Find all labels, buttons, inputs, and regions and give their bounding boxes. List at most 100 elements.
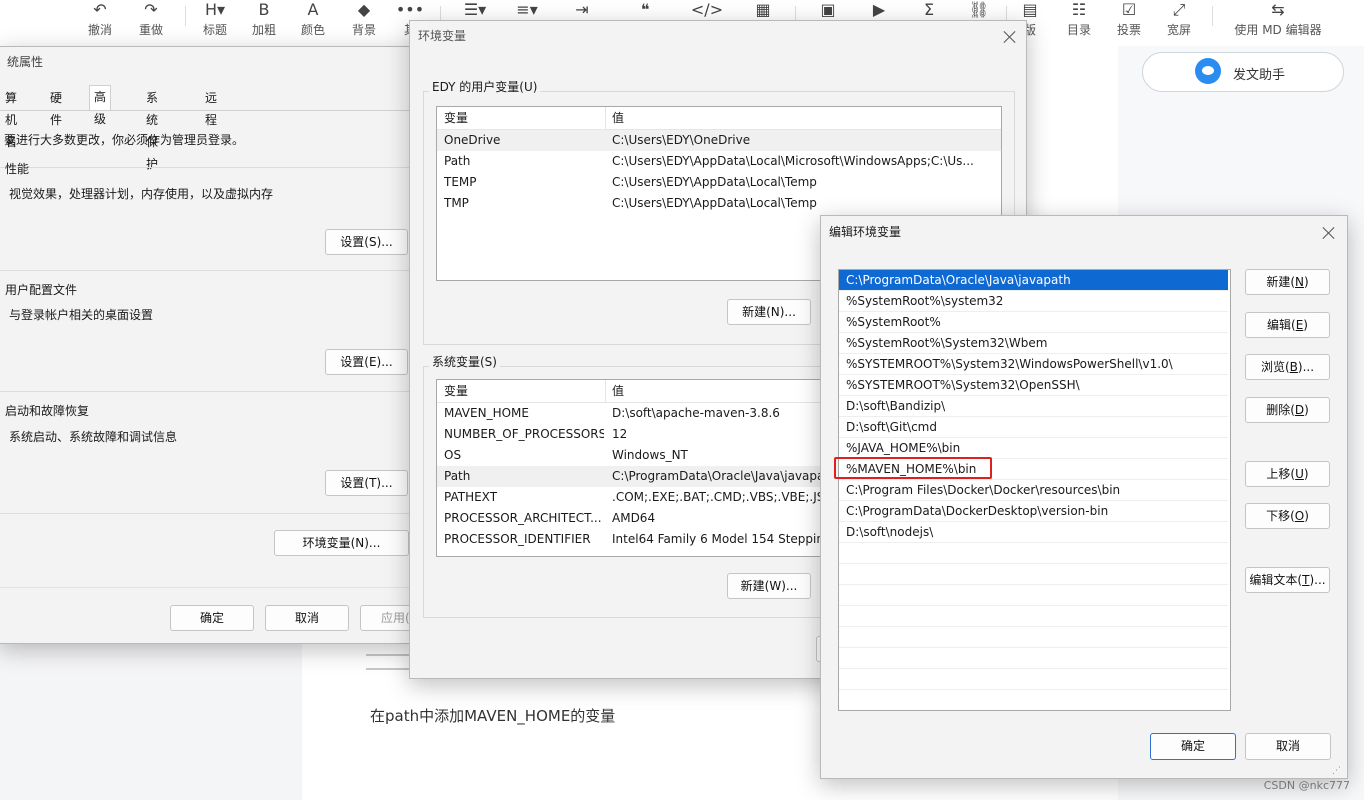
- assistant-label: 发文助手: [1233, 68, 1286, 83]
- list-item[interactable]: [839, 585, 1228, 606]
- list-item[interactable]: %SYSTEMROOT%\System32\OpenSSH\: [839, 375, 1228, 396]
- table-row[interactable]: TEMP C:\Users\EDY\AppData\Local\Temp: [437, 172, 1001, 193]
- button-text: 上移(: [1266, 467, 1296, 481]
- variable-value: C:\Users\EDY\AppData\Local\Temp: [612, 175, 817, 189]
- list-item[interactable]: %SYSTEMROOT%\System32\WindowsPowerShell\…: [839, 354, 1228, 375]
- button-accesskey: N: [1295, 275, 1304, 289]
- startup-title: 启动和故障恢复: [5, 404, 90, 418]
- list-item[interactable]: D:\soft\nodejs\: [839, 522, 1228, 543]
- button-text-end: ): [1303, 467, 1309, 481]
- admin-note: 要进行大多数更改，你必须作为管理员登录。: [4, 133, 245, 147]
- list-item[interactable]: [839, 690, 1228, 710]
- system-variables-label: 系统变量(S): [429, 353, 500, 370]
- edit-text-button[interactable]: 编辑文本(T)...: [1245, 567, 1330, 593]
- performance-settings-button[interactable]: 设置(S)...: [325, 229, 408, 255]
- profile-settings-button[interactable]: 设置(E)...: [325, 349, 408, 375]
- button-text: 浏览(: [1260, 360, 1290, 374]
- list-item[interactable]: %JAVA_HOME%\bin: [839, 438, 1228, 459]
- resize-grip-icon[interactable]: ⋰: [1332, 766, 1342, 776]
- button-text-end: ): [1303, 318, 1308, 332]
- move-up-button[interactable]: 上移(U): [1245, 461, 1330, 487]
- performance-title: 性能: [5, 162, 30, 176]
- variable-value: C:\Users\EDY\AppData\Local\Microsoft\Win…: [612, 154, 974, 168]
- column-variable[interactable]: 变量: [444, 380, 468, 402]
- article-caption[interactable]: 在path中添加MAVEN_HOME的变量: [370, 705, 615, 726]
- divider: [0, 391, 409, 392]
- column-variable[interactable]: 变量: [444, 107, 468, 129]
- edit-entry-button[interactable]: 编辑(E): [1245, 312, 1330, 338]
- list-item[interactable]: D:\soft\Git\cmd: [839, 417, 1228, 438]
- list-item[interactable]: [839, 669, 1228, 690]
- variable-name: TEMP: [444, 175, 477, 189]
- move-down-button[interactable]: 下移(O): [1245, 503, 1330, 529]
- list-item[interactable]: %SystemRoot%\system32: [839, 291, 1228, 312]
- toolbar-separator: [185, 6, 186, 26]
- list-item[interactable]: [839, 606, 1228, 627]
- edit-environment-variable-title: 编辑环境变量: [821, 216, 1347, 248]
- table-row[interactable]: Path C:\Users\EDY\AppData\Local\Microsoft…: [437, 151, 1001, 172]
- close-icon[interactable]: [1321, 225, 1337, 241]
- profile-desc: 与登录帐户相关的桌面设置: [9, 308, 154, 322]
- startup-settings-button[interactable]: 设置(T)...: [325, 470, 408, 496]
- list-item[interactable]: C:\ProgramData\Oracle\Java\javapath: [839, 270, 1228, 291]
- environment-variables-button[interactable]: 环境变量(N)...: [274, 530, 409, 556]
- button-text-end: ): [1303, 275, 1309, 289]
- button-accesskey: U: [1295, 467, 1304, 481]
- user-new-button[interactable]: 新建(N)...: [727, 299, 811, 325]
- environment-variables-title: 环境变量: [410, 21, 1026, 51]
- tab-remote[interactable]: 远程: [201, 87, 221, 127]
- path-entries-list[interactable]: C:\ProgramData\Oracle\Java\javapath %Syst…: [838, 269, 1231, 711]
- divider: [0, 167, 409, 168]
- assistant-logo-icon: [1195, 58, 1221, 84]
- tab-system-protection[interactable]: 系统保护: [142, 87, 162, 171]
- button-text: 编辑文本(: [1249, 573, 1303, 587]
- cancel-button[interactable]: 取消: [1245, 733, 1331, 760]
- divider: [0, 270, 409, 271]
- variable-name: NUMBER_OF_PROCESSORS: [444, 427, 604, 441]
- variable-name: PATHEXT: [444, 490, 498, 504]
- tab-advanced[interactable]: 高级: [89, 85, 112, 126]
- divider: [0, 587, 409, 588]
- list-item[interactable]: C:\Program Files\Docker\Docker\resources…: [839, 480, 1228, 501]
- button-text: 新建(: [1266, 275, 1295, 289]
- list-item[interactable]: [839, 627, 1228, 648]
- delete-entry-button[interactable]: 删除(D): [1245, 397, 1330, 423]
- writing-assistant-button[interactable]: 发文助手: [1142, 52, 1344, 92]
- divider: [0, 513, 409, 514]
- align-icon: ≡▾: [516, 0, 538, 19]
- list-item[interactable]: [839, 648, 1228, 669]
- performance-desc: 视觉效果，处理器计划，内存使用，以及虚拟内存: [9, 187, 274, 201]
- toolbar-label: 使用 MD 编辑器: [1234, 23, 1322, 37]
- close-icon[interactable]: [1002, 29, 1018, 45]
- list-item[interactable]: [839, 543, 1228, 564]
- button-text-end: ): [1304, 403, 1309, 417]
- browse-button[interactable]: 浏览(B)...: [1245, 354, 1330, 380]
- list-item[interactable]: %SystemRoot%: [839, 312, 1228, 333]
- tab-divider: [0, 110, 411, 111]
- ok-button[interactable]: 确定: [170, 605, 254, 631]
- column-value[interactable]: 值: [612, 380, 624, 402]
- profile-title: 用户配置文件: [5, 283, 78, 297]
- list-header: 变量 值: [437, 107, 1001, 130]
- system-new-button[interactable]: 新建(W)...: [727, 573, 811, 599]
- tab-computer-name[interactable]: 算机名: [1, 87, 21, 149]
- list-item[interactable]: D:\soft\Bandizip\: [839, 396, 1228, 417]
- new-entry-button[interactable]: 新建(N): [1245, 269, 1330, 295]
- table-row[interactable]: OneDrive C:\Users\EDY\OneDrive: [437, 130, 1001, 151]
- list-item[interactable]: C:\ProgramData\DockerDesktop\version-bin: [839, 501, 1228, 522]
- toolbar-redo-button[interactable]: ↷ 重做: [121, 0, 181, 46]
- ok-button[interactable]: 确定: [1150, 733, 1236, 760]
- cancel-button[interactable]: 取消: [265, 605, 349, 631]
- table-row[interactable]: TMP C:\Users\EDY\AppData\Local\Temp: [437, 193, 1001, 214]
- toolbar-md-editor-button[interactable]: ⇆ 使用 MD 编辑器: [1219, 0, 1337, 46]
- button-text-end: )...: [1297, 360, 1315, 374]
- watermark: CSDN @nkc777: [1263, 779, 1350, 792]
- column-value[interactable]: 值: [612, 107, 624, 129]
- toolbar-widescreen-button[interactable]: ⤢ 宽屏: [1149, 0, 1209, 46]
- list-item[interactable]: %SystemRoot%\System32\Wbem: [839, 333, 1228, 354]
- tab-hardware[interactable]: 硬件: [46, 87, 66, 127]
- variable-name: OS: [444, 448, 462, 462]
- list-item[interactable]: [839, 564, 1228, 585]
- system-properties-dialog: 统属性 算机名 硬件 高级 系统保护 远程 要进行大多数更改，你必须作为管理员登…: [0, 46, 420, 644]
- redo-icon: ↷: [144, 0, 158, 19]
